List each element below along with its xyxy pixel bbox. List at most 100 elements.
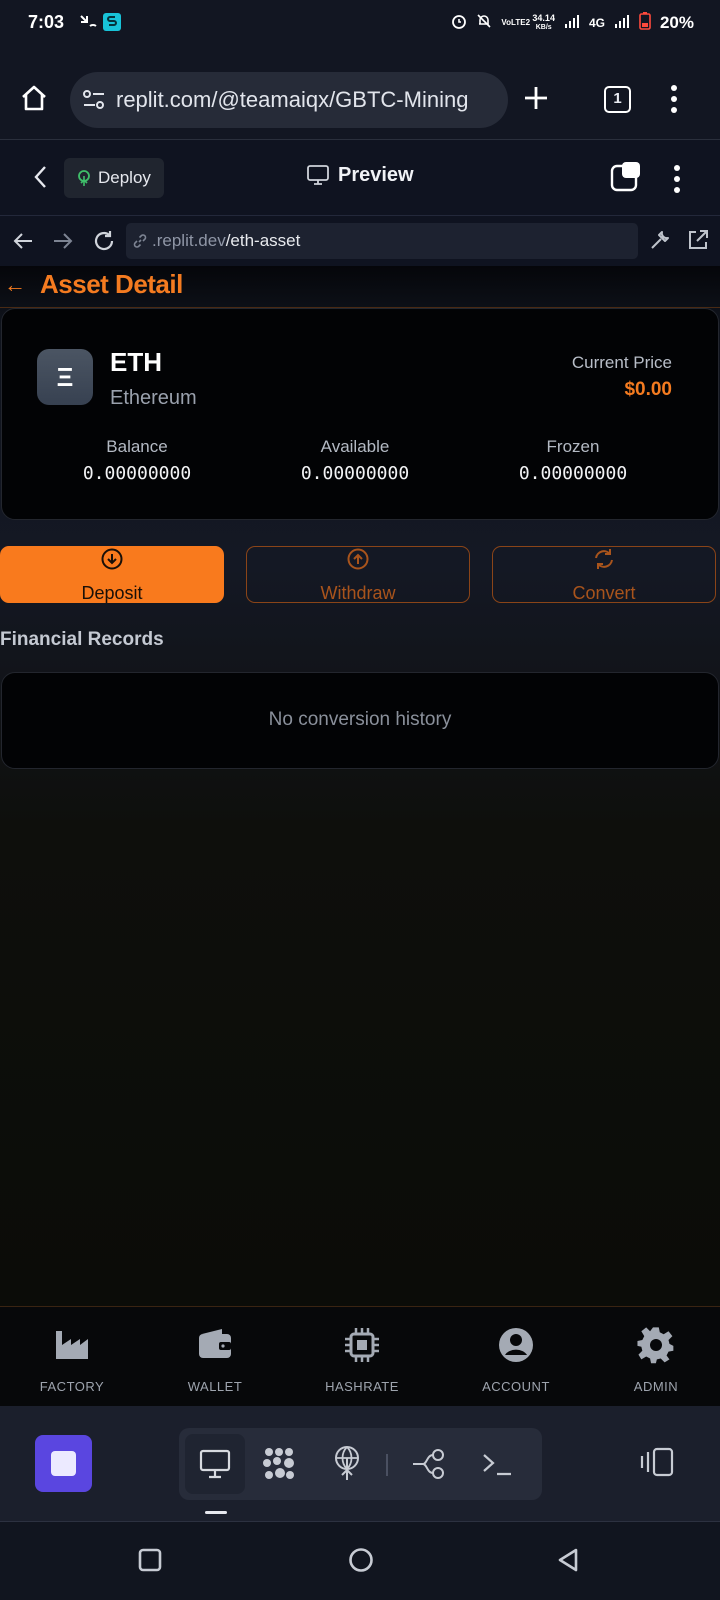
refresh-icon: [592, 547, 616, 571]
price-value: $0.00: [624, 379, 672, 400]
apps-grid-icon[interactable]: [261, 1446, 297, 1487]
nav-label: ADMIN: [633, 1379, 679, 1394]
browser-menu-icon[interactable]: [670, 84, 678, 119]
asset-name: Ethereum: [110, 387, 197, 409]
tab-switcher-button[interactable]: 1: [604, 86, 631, 113]
asset-symbol: ETH: [110, 347, 162, 377]
preview-back-icon[interactable]: [12, 230, 34, 257]
git-icon[interactable]: [411, 1448, 447, 1485]
app-notification-icon: [103, 13, 121, 31]
terminal-icon[interactable]: [481, 1450, 513, 1483]
nav-account[interactable]: ACCOUNT: [456, 1325, 576, 1394]
signal-icon-1: [564, 14, 580, 32]
address-bar[interactable]: replit.com/@teamaiqx/GBTC-Mining: [70, 72, 508, 128]
network-type: 4G: [588, 16, 605, 30]
preview-forward-icon[interactable]: [52, 230, 74, 257]
mute-icon: [476, 13, 492, 33]
preview-title[interactable]: Preview: [338, 164, 414, 187]
devtools-wrench-icon[interactable]: [648, 228, 672, 257]
signal-icon-2: [614, 14, 630, 32]
stop-icon: [51, 1451, 76, 1476]
monitor-icon: [306, 164, 330, 191]
deploy-label: Deploy: [98, 168, 151, 187]
account-icon: [496, 1325, 536, 1365]
new-tab-icon[interactable]: [522, 84, 550, 117]
battery-level: 20%: [659, 13, 694, 32]
nav-label: HASHRATE: [325, 1379, 399, 1394]
status-bar: 7:03 VoLTE2 34.14 KB/s 4G 20%: [0, 0, 720, 46]
back-chevron-icon[interactable]: [32, 164, 48, 195]
more-options-icon[interactable]: [673, 164, 681, 199]
chip-icon: [342, 1325, 382, 1365]
stat-value: 0.00000000: [300, 463, 410, 484]
records-heading: Financial Records: [0, 629, 164, 650]
browser-toolbar: replit.com/@teamaiqx/GBTC-Mining 1: [0, 46, 720, 140]
stat-label: Available: [320, 437, 390, 456]
deploy-icon: [76, 169, 92, 192]
monitor-icon: [199, 1449, 231, 1484]
nav-factory[interactable]: FACTORY: [12, 1325, 132, 1394]
data-speed: 34.14 KB/s: [532, 13, 555, 32]
replit-toolbar: [0, 1406, 720, 1522]
price-label: Current Price: [571, 353, 672, 372]
eth-icon: Ξ: [37, 349, 93, 405]
convert-button[interactable]: Convert: [492, 546, 716, 603]
home-icon[interactable]: [18, 82, 50, 119]
available-stat: Available 0.00000000: [255, 437, 455, 484]
preview-navigation: .replit.dev/eth-asset: [0, 216, 720, 266]
asset-card: Ξ ETH Ethereum Current Price $0.00 Balan…: [1, 308, 719, 520]
records-list: No conversion history: [1, 672, 719, 769]
arrow-up-circle-icon: [346, 547, 370, 571]
missed-call-icon: [78, 12, 98, 37]
system-navigation-bar: [0, 1522, 720, 1600]
nav-admin[interactable]: ADMIN: [596, 1325, 716, 1394]
convert-label: Convert: [572, 583, 636, 603]
app-content: ← Asset Detail Ξ ETH Ethereum Current Pr…: [0, 266, 720, 1306]
gear-icon: [636, 1325, 676, 1365]
divider: [386, 1454, 388, 1476]
bottom-navigation: FACTORY WALLET HASHRATE ACCOUNT ADMIN: [0, 1306, 720, 1406]
stat-label: Frozen: [546, 437, 600, 456]
stat-value: 0.00000000: [82, 463, 192, 484]
url-text: replit.com/@teamaiqx/GBTC-Mining: [116, 87, 469, 112]
stat-label: Balance: [106, 437, 168, 456]
frozen-stat: Frozen 0.00000000: [473, 437, 673, 484]
preview-url-text: .replit.dev/eth-asset: [152, 231, 301, 250]
app-title-bar: ← Asset Detail: [0, 266, 720, 308]
panels-toggle-icon[interactable]: [640, 1446, 676, 1483]
home-circle-icon[interactable]: [348, 1547, 374, 1578]
withdraw-label: Withdraw: [320, 583, 396, 603]
nav-hashrate[interactable]: HASHRATE: [302, 1325, 422, 1394]
volte-label: VoLTE2: [501, 18, 531, 27]
deploy-button[interactable]: Deploy: [64, 158, 164, 198]
recents-icon[interactable]: [138, 1548, 162, 1577]
site-settings-icon[interactable]: [82, 89, 106, 116]
preview-url-field[interactable]: .replit.dev/eth-asset: [126, 223, 638, 259]
back-triangle-icon[interactable]: [556, 1547, 580, 1578]
back-button[interactable]: ←: [4, 272, 26, 298]
deposit-button[interactable]: Deposit: [0, 546, 224, 603]
wallet-icon: [195, 1325, 235, 1365]
deploy-globe-icon[interactable]: [331, 1444, 363, 1487]
nav-wallet[interactable]: WALLET: [155, 1325, 275, 1394]
active-tool-indicator: [205, 1511, 227, 1514]
deposit-label: Deposit: [81, 583, 143, 603]
nav-label: WALLET: [187, 1379, 243, 1394]
empty-state-text: No conversion history: [268, 709, 452, 730]
tool-switcher: [179, 1428, 542, 1500]
battery-icon: [639, 12, 651, 34]
stat-value: 0.00000000: [518, 463, 628, 484]
arrow-down-circle-icon: [100, 547, 124, 571]
withdraw-button[interactable]: Withdraw: [246, 546, 470, 603]
stop-button[interactable]: [35, 1435, 92, 1492]
tool-preview[interactable]: [185, 1434, 245, 1494]
factory-icon: [52, 1325, 92, 1365]
alarm-icon: [451, 13, 467, 33]
nav-label: FACTORY: [39, 1379, 105, 1394]
open-external-icon[interactable]: [686, 228, 710, 257]
balance-stat: Balance 0.00000000: [37, 437, 237, 484]
reload-icon[interactable]: [92, 229, 116, 258]
tabs-overview-icon[interactable]: [610, 160, 642, 197]
page-title: Asset Detail: [40, 269, 183, 299]
replit-header: Deploy Preview: [0, 140, 720, 216]
